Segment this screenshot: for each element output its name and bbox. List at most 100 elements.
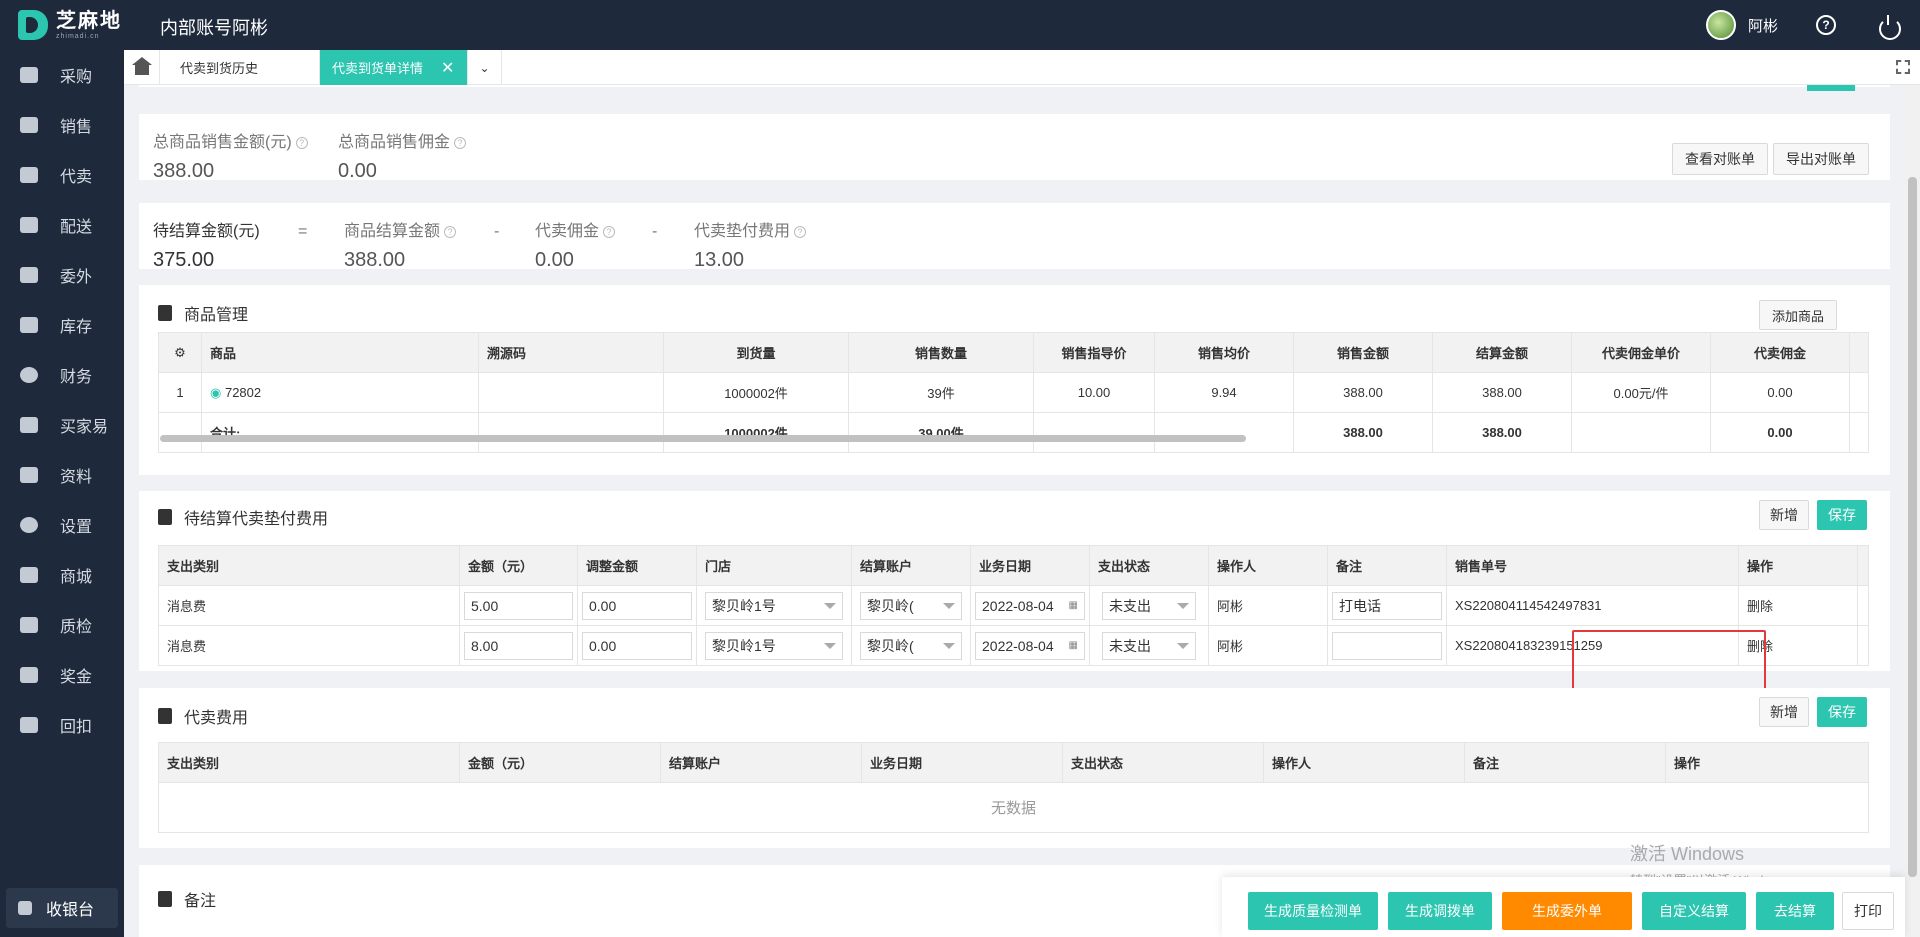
date-input[interactable]: 2022-08-04 ▦ <box>975 591 1085 620</box>
sales-order-no[interactable]: XS220804183239151259 <box>1446 625 1739 666</box>
print-button[interactable]: 打印 <box>1842 892 1894 930</box>
vertical-scrollbar[interactable] <box>1905 85 1920 937</box>
adjust-input[interactable]: 0.00 <box>582 631 692 660</box>
quality-check-button[interactable]: 生成质量检测单 <box>1248 892 1378 930</box>
sidebar-item-buyer[interactable]: 买家易 <box>0 400 124 450</box>
date-input[interactable]: 2022-08-04 ▦ <box>975 631 1085 660</box>
adjust-input[interactable]: 0.00 <box>582 591 692 620</box>
empty-text: 无数据 <box>158 782 1869 833</box>
tab-arrival-history[interactable]: 代卖到货历史 <box>160 50 320 85</box>
horizontal-scrollbar[interactable] <box>160 435 1246 442</box>
home-tab[interactable] <box>124 50 160 85</box>
sidebar-item-consign[interactable]: 代卖 <box>0 150 124 200</box>
add-consign-fee-button[interactable]: 新增 <box>1759 697 1809 727</box>
tab-arrival-detail[interactable]: 代卖到货单详情 ✕ <box>320 50 468 85</box>
amount-input[interactable]: 8.00 <box>464 631 573 660</box>
sidebar-item-quality[interactable]: 质检 <box>0 600 124 650</box>
custom-settle-button[interactable]: 自定义结算 <box>1642 892 1746 930</box>
total-qty: 39.00件 <box>848 412 1034 453</box>
add-goods-button[interactable]: 添加商品 <box>1759 300 1837 330</box>
settle-button[interactable]: 去结算 <box>1756 892 1834 930</box>
sidebar-item-label: 奖金 <box>60 669 93 686</box>
th-status: 支出状态 <box>1062 742 1264 783</box>
column-settings-icon[interactable]: ⚙ <box>158 332 202 373</box>
th-date: 业务日期 <box>861 742 1063 783</box>
sidebar-item-data[interactable]: 资料 <box>0 450 124 500</box>
sidebar-item-inventory[interactable]: 库存 <box>0 300 124 350</box>
export-statement-button[interactable]: 导出对账单 <box>1773 143 1869 175</box>
note-input[interactable]: 打电话 <box>1332 591 1442 620</box>
scrollbar-thumb[interactable] <box>1908 177 1917 877</box>
store-select[interactable]: 黎贝岭1号 <box>705 591 843 620</box>
th-goods: 商品 <box>201 332 479 373</box>
chevron-down-icon[interactable]: ⌄ <box>468 50 502 85</box>
fullscreen-icon[interactable] <box>1896 60 1910 74</box>
sidebar-item-finance[interactable]: 财务 <box>0 350 124 400</box>
avatar[interactable] <box>1705 10 1736 40</box>
sidebar-item-delivery[interactable]: 配送 <box>0 200 124 250</box>
account-select[interactable]: 黎贝岭( <box>860 631 962 660</box>
sidebar-item-rebate[interactable]: 回扣 <box>0 700 124 750</box>
advance-value: 13.00 <box>694 249 745 271</box>
total-commission-value: 0.00 <box>338 160 377 182</box>
outsource-button[interactable]: 生成委外单 <box>1502 892 1632 930</box>
sidebar-item-bonus[interactable]: 奖金 <box>0 650 124 700</box>
sidebar-item-mall[interactable]: 商城 <box>0 550 124 600</box>
logo[interactable]: 芝麻地 zhimadi.cn <box>18 10 122 40</box>
help-icon[interactable]: ? <box>444 225 457 238</box>
th-action: 操作 <box>1738 545 1858 586</box>
sidebar-item-label: 资料 <box>60 469 93 486</box>
save-button-partial[interactable] <box>1807 85 1855 91</box>
th-commission: 代卖佣金 <box>1710 332 1850 373</box>
goods-card: 商品管理 添加商品 ⚙ 商品 溯源码 到货量 销售数量 销售指导价 销售均价 销… <box>139 285 1890 475</box>
user-name[interactable]: 阿彬 <box>1748 15 1778 36</box>
status-select[interactable]: 未支出 <box>1102 631 1196 660</box>
view-statement-button[interactable]: 查看对账单 <box>1672 143 1768 175</box>
account-select[interactable]: 黎贝岭( <box>860 591 962 620</box>
logout-icon[interactable] <box>1878 15 1901 40</box>
help-icon[interactable]: ? <box>295 136 308 149</box>
save-consign-fee-button[interactable]: 保存 <box>1817 697 1867 727</box>
sidebar-item-purchase[interactable]: 采购 <box>0 50 124 100</box>
commission-amount: 0.00 <box>1710 372 1850 413</box>
th-date: 业务日期 <box>970 545 1090 586</box>
arrival-qty: 1000002件 <box>663 372 849 413</box>
sidebar-item-outsource[interactable]: 委外 <box>0 250 124 300</box>
remarks-title: 备注 <box>184 893 217 910</box>
th-amount: 金额（元） <box>459 545 578 586</box>
close-icon[interactable]: ✕ <box>441 58 454 78</box>
transfer-button[interactable]: 生成调拨单 <box>1388 892 1492 930</box>
sidebar-item-settings[interactable]: 设置 <box>0 500 124 550</box>
tag-icon <box>20 167 38 183</box>
consign-fees-card: 代卖费用 新增 保存 支出类别 金额（元） 结算账户 业务日期 支出状态 操作人… <box>139 688 1890 848</box>
help-icon[interactable]: ? <box>454 136 467 149</box>
watermark-line1: 激活 Windows <box>1630 844 1745 864</box>
cashier-label: 收银台 <box>46 902 95 919</box>
cashier-button[interactable]: 收银台 <box>6 888 118 928</box>
trace-code <box>478 372 664 413</box>
total-settle: 388.00 <box>1432 412 1572 453</box>
advance-label: 代卖垫付费用 <box>694 223 791 240</box>
help-icon[interactable]: ? <box>794 225 807 238</box>
chevron-down-icon <box>1177 642 1189 649</box>
help-icon[interactable]: ? <box>603 225 616 238</box>
sidebar-item-sales[interactable]: 销售 <box>0 100 124 150</box>
status-value: 未支出 <box>1109 597 1151 614</box>
calendar-icon[interactable]: ▦ <box>1069 640 1078 651</box>
delete-link[interactable]: 删除 <box>1738 585 1858 626</box>
add-fee-button[interactable]: 新增 <box>1759 500 1809 530</box>
store-select[interactable]: 黎贝岭1号 <box>705 631 843 660</box>
total-sales-value: 388.00 <box>153 160 215 182</box>
save-fee-button[interactable]: 保存 <box>1817 500 1867 530</box>
sales-order-no[interactable]: XS220804114542497831 <box>1446 585 1739 626</box>
clipboard-icon <box>158 708 172 724</box>
status-select[interactable]: 未支出 <box>1102 591 1196 620</box>
amount-input[interactable]: 5.00 <box>464 591 573 620</box>
goods-name[interactable]: 72802 <box>225 385 261 400</box>
delete-link[interactable]: 删除 <box>1738 625 1858 666</box>
total-commission-label: 总商品销售佣金 <box>338 134 451 151</box>
help-icon[interactable]: ? <box>1816 15 1836 35</box>
note-input[interactable] <box>1332 631 1442 660</box>
calendar-icon[interactable]: ▦ <box>1069 600 1078 611</box>
sidebar-item-label: 设置 <box>60 519 93 536</box>
